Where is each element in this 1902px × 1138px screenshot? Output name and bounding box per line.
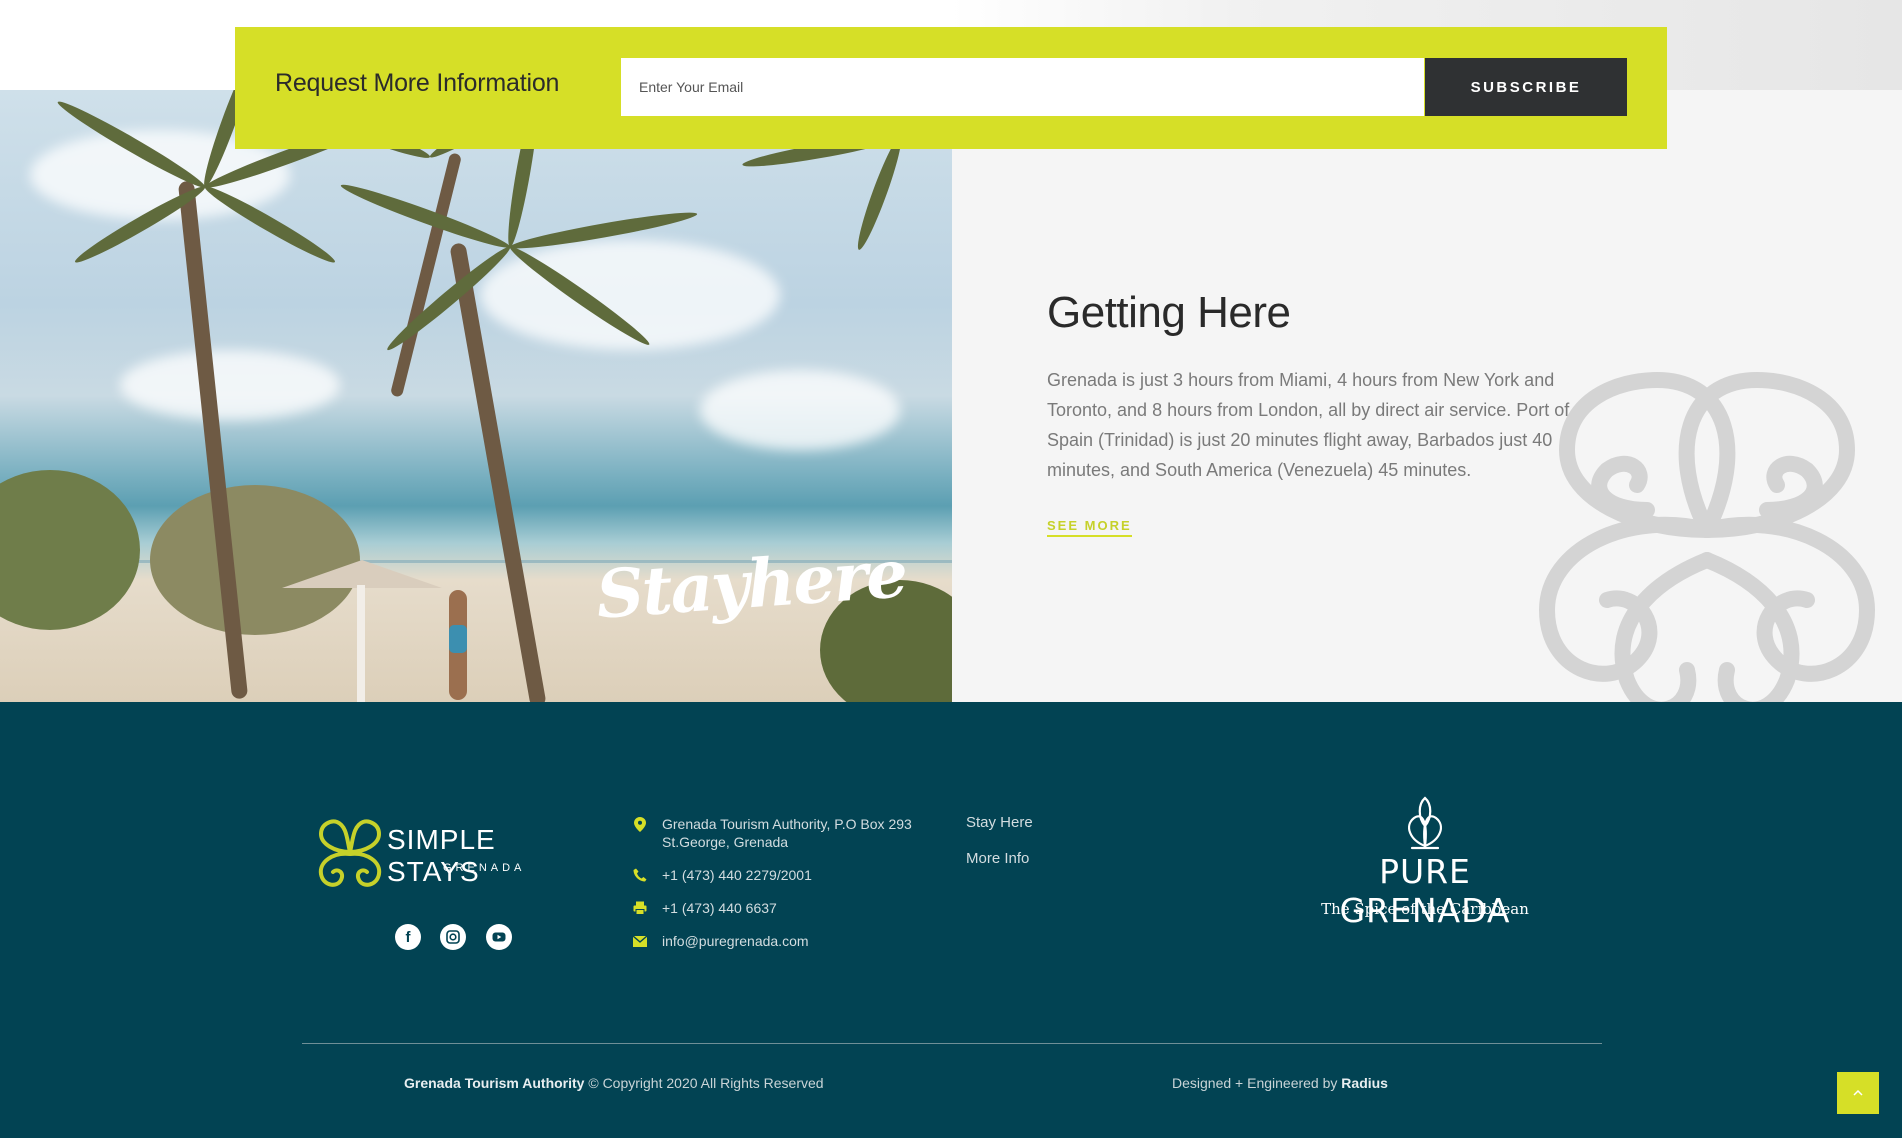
umbrella-pole xyxy=(357,585,365,702)
copyright-org: Grenada Tourism Authority xyxy=(404,1075,585,1091)
palm-leaf xyxy=(338,178,513,254)
shrub xyxy=(150,485,360,635)
credits-link-radius[interactable]: Radius xyxy=(1341,1075,1388,1091)
email-input[interactable] xyxy=(621,58,1424,116)
map-pin-icon xyxy=(633,816,647,832)
footer: SIMPLE STAYS GRENADA f Grenada Tourism A… xyxy=(0,702,1902,1138)
cloud xyxy=(700,370,900,450)
email-address: info@puregrenada.com xyxy=(662,933,809,949)
swimsuit xyxy=(449,625,467,653)
chevron-up-icon xyxy=(1853,1090,1863,1096)
fax-icon xyxy=(633,900,647,916)
getting-here-title: Getting Here xyxy=(1047,288,1291,337)
facebook-icon[interactable]: f xyxy=(395,924,421,950)
footer-divider xyxy=(302,1043,1602,1044)
palm-leaf xyxy=(852,134,907,253)
simple-stays-swirl-icon xyxy=(318,819,382,887)
see-more-link[interactable]: SEE MORE xyxy=(1047,518,1132,537)
credits-text: Designed + Engineered by xyxy=(1172,1075,1342,1091)
pure-grenada-logo[interactable]: PURE GRENADA The Spice of the Caribbean xyxy=(1290,792,1560,930)
address-line-2: St.George, Grenada xyxy=(662,834,789,850)
contact-fax: +1 (473) 440 6637 xyxy=(633,899,777,917)
contact-email[interactable]: info@puregrenada.com xyxy=(633,932,809,950)
hero-beach-image: Stayhere xyxy=(0,90,952,702)
copyright-text: © Copyright 2020 All Rights Reserved xyxy=(584,1075,824,1091)
footer-link-more-info[interactable]: More Info xyxy=(966,850,1029,867)
pure-grenada-wordmark: PURE GRENADA xyxy=(1339,852,1511,930)
subscribe-bar: Request More Information SUBSCRIBE xyxy=(235,27,1667,149)
fax-number: +1 (473) 440 6637 xyxy=(662,900,777,916)
instagram-icon[interactable] xyxy=(440,924,466,950)
simple-stays-wordmark: SIMPLE STAYS xyxy=(387,824,496,887)
subscribe-button[interactable]: SUBSCRIBE xyxy=(1425,58,1627,116)
subscribe-title: Request More Information xyxy=(275,69,560,97)
simple-stays-sub: GRENADA xyxy=(443,862,526,874)
contact-phone[interactable]: +1 (473) 440 2279/2001 xyxy=(633,866,812,884)
envelope-icon xyxy=(633,933,647,949)
phone-icon xyxy=(633,867,647,883)
getting-here-body: Grenada is just 3 hours from Miami, 4 ho… xyxy=(1047,370,1570,480)
footer-link-stay-here[interactable]: Stay Here xyxy=(966,814,1033,831)
phone-number: +1 (473) 440 2279/2001 xyxy=(662,867,812,883)
youtube-icon[interactable] xyxy=(486,924,512,950)
pure-grenada-tagline: The Spice of the Caribbean xyxy=(1321,900,1529,918)
simple-stays-logo[interactable]: SIMPLE STAYS GRENADA xyxy=(315,812,595,892)
nutmeg-leaf-icon xyxy=(1408,796,1442,850)
cloud xyxy=(120,350,340,420)
back-to-top-button[interactable] xyxy=(1837,1072,1879,1114)
address-line-1: Grenada Tourism Authority, P.O Box 293 xyxy=(662,816,912,832)
shrub xyxy=(0,470,140,630)
palm-trunk xyxy=(389,152,463,398)
contact-address: Grenada Tourism Authority, P.O Box 293 S… xyxy=(633,815,912,851)
getting-here-panel: Getting Here Grenada is just 3 hours fro… xyxy=(952,90,1902,702)
credits: Designed + Engineered by Radius xyxy=(1172,1075,1388,1091)
copyright: Grenada Tourism Authority © Copyright 20… xyxy=(404,1075,824,1091)
